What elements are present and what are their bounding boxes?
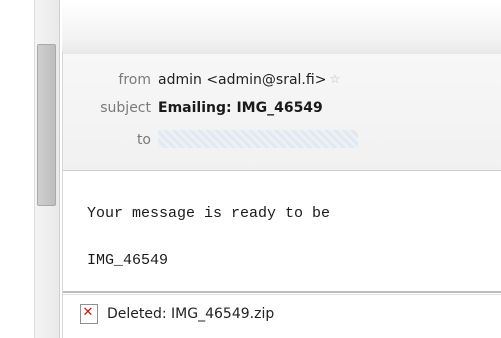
attachment-item[interactable]: ✕ Deleted: IMG_46549.zip [80, 303, 274, 325]
body-text-line: IMG_46549 [87, 252, 169, 269]
redacted-recipient [158, 130, 358, 148]
toolbar-fade [62, 0, 501, 54]
subject-label: subject [100, 100, 151, 116]
from-label: from [118, 72, 151, 88]
subject-value: Emailing: IMG_46549 [158, 100, 323, 116]
body-text-line: Your message is ready to be [87, 205, 331, 222]
sender-address[interactable]: admin <admin@sral.fi> [158, 72, 326, 88]
message-body: Your message is ready to be IMG_46549 [63, 171, 501, 291]
attachment-divider-shadow [63, 294, 501, 295]
message-header: from admin <admin@sral.fi> ☆ subject Emai… [63, 54, 501, 170]
email-view: from admin <admin@sral.fi> ☆ subject Emai… [0, 0, 501, 338]
to-label: to [136, 132, 151, 148]
scroll-area [0, 0, 62, 338]
star-icon[interactable]: ☆ [329, 72, 340, 86]
attachment-divider [63, 291, 501, 293]
to-value[interactable] [158, 130, 358, 152]
from-value[interactable]: admin <admin@sral.fi> ☆ [158, 72, 340, 88]
scrollbar-thumb[interactable] [37, 44, 56, 206]
deleted-file-icon: ✕ [80, 304, 98, 324]
attachment-label[interactable]: Deleted: IMG_46549.zip [107, 306, 274, 322]
